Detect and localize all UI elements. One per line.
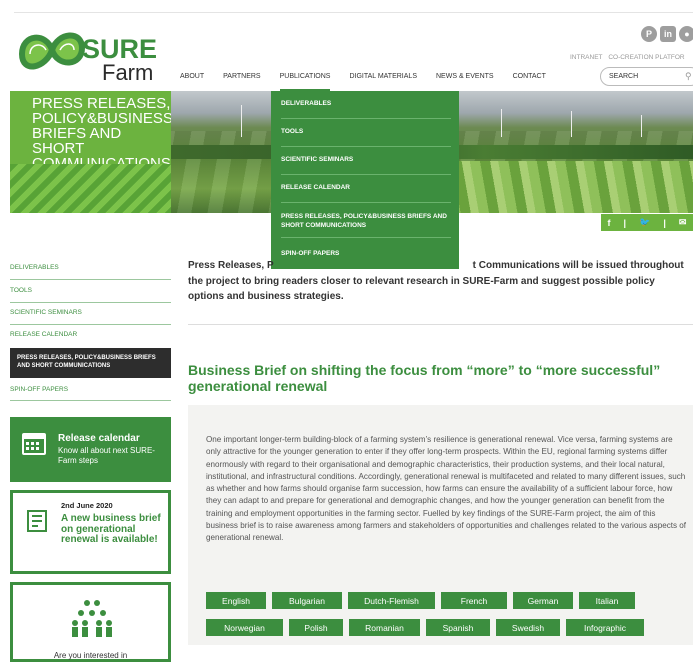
- other-social-icon[interactable]: ●: [679, 26, 693, 42]
- article-title[interactable]: Business Brief on shifting the focus fro…: [188, 362, 678, 394]
- search-input[interactable]: SEARCH ⚲: [600, 67, 693, 86]
- top-links: INTRANET CO-CREATION PLATFOR: [570, 54, 689, 61]
- nav-news-events[interactable]: NEWS & EVENTS: [436, 73, 494, 80]
- hero-title-panel: PRESS RELEASES, POLICY&BUSINESS BRIEFS A…: [10, 91, 171, 213]
- wind-turbine: [501, 109, 502, 137]
- search-placeholder: SEARCH: [609, 73, 639, 80]
- nav-partners[interactable]: PARTNERS: [223, 73, 260, 80]
- dropdown-item-press-releases[interactable]: PRESS RELEASES, POLICY&BUSINESS BRIEFS A…: [281, 212, 451, 230]
- site-logo[interactable]: SURE Farm: [16, 20, 158, 85]
- sidebar-item-press-releases[interactable]: PRESS RELEASES, POLICY&BUSINESS BRIEFS A…: [10, 348, 171, 378]
- dropdown-item-deliverables[interactable]: DELIVERABLES: [281, 100, 451, 107]
- page-title: PRESS RELEASES, POLICY&BUSINESS BRIEFS A…: [32, 95, 171, 171]
- lang-button-infographic[interactable]: Infographic: [566, 619, 644, 636]
- publications-dropdown: DELIVERABLES TOOLS SCIENTIFIC SEMINARS R…: [271, 91, 459, 269]
- search-icon[interactable]: ⚲: [685, 68, 692, 85]
- news-card[interactable]: 2nd June 2020 A new business brief on ge…: [10, 490, 171, 574]
- dropdown-item-tools[interactable]: TOOLS: [281, 128, 451, 135]
- section-divider: [188, 324, 693, 325]
- lang-button-german[interactable]: German: [513, 592, 573, 609]
- header-divider: [14, 12, 693, 13]
- people-group-icon: [72, 600, 112, 637]
- lang-button-bulgarian[interactable]: Bulgarian: [272, 592, 342, 609]
- lang-button-dutch-flemish[interactable]: Dutch-Flemish: [348, 592, 435, 609]
- nav-about[interactable]: ABOUT: [180, 73, 204, 80]
- lang-button-swedish[interactable]: Swedish: [496, 619, 560, 636]
- release-calendar-title: Release calendar: [58, 433, 140, 444]
- document-icon: [27, 510, 47, 532]
- logo-infinity-icon: [18, 32, 86, 70]
- lang-button-spanish[interactable]: Spanish: [426, 619, 490, 636]
- lang-button-italian[interactable]: Italian: [579, 592, 635, 609]
- sidebar-item-scientific-seminars[interactable]: SCIENTIFIC SEMINARS: [10, 309, 171, 316]
- dropdown-item-release-calendar[interactable]: RELEASE CALENDAR: [281, 184, 451, 191]
- intro-text: Press Releases, P t Communications will b…: [188, 258, 688, 305]
- sidebar-item-tools[interactable]: TOOLS: [10, 287, 171, 294]
- lang-button-polish[interactable]: Polish: [289, 619, 343, 636]
- news-date: 2nd June 2020: [61, 501, 113, 510]
- twitter-icon[interactable]: 🐦: [639, 217, 650, 228]
- intro-text-left: Press Releases, P: [188, 260, 274, 271]
- pinterest-icon[interactable]: P: [641, 26, 657, 42]
- interest-card[interactable]: Are you interested in: [10, 582, 171, 662]
- release-calendar-subtitle: Know all about next SURE-Farm steps: [58, 446, 155, 465]
- logo-farm-text: Farm: [102, 60, 154, 85]
- lang-button-english[interactable]: English: [206, 592, 266, 609]
- intro-text-rest: the project to bring readers closer to r…: [188, 275, 655, 303]
- dropdown-item-spin-off-papers[interactable]: SPIN-OFF PAPERS: [281, 250, 451, 257]
- share-bar: f | 🐦 | ✉: [601, 214, 693, 231]
- wind-turbine: [641, 115, 642, 137]
- calendar-icon: [22, 433, 46, 455]
- intranet-link[interactable]: INTRANET: [570, 54, 603, 61]
- interest-question: Are you interested in: [53, 651, 128, 660]
- email-icon[interactable]: ✉: [679, 217, 687, 228]
- wind-turbine: [571, 111, 572, 137]
- share-divider: |: [623, 217, 627, 228]
- lang-button-french[interactable]: French: [441, 592, 507, 609]
- article-body: One important longer-term building-block…: [206, 435, 687, 543]
- social-links: P in ●: [641, 26, 693, 42]
- sidebar-item-release-calendar[interactable]: RELEASE CALENDAR: [10, 331, 171, 338]
- facebook-icon[interactable]: f: [608, 218, 611, 228]
- co-creation-platform-link[interactable]: CO-CREATION PLATFOR: [608, 54, 684, 61]
- news-headline: A new business brief on generational ren…: [61, 513, 161, 545]
- sidebar-item-label: PRESS RELEASES, POLICY&BUSINESS BRIEFS A…: [17, 355, 156, 369]
- share-divider: |: [663, 217, 666, 228]
- lang-button-romanian[interactable]: Romanian: [349, 619, 420, 636]
- linkedin-icon[interactable]: in: [660, 26, 676, 42]
- sidebar-item-deliverables[interactable]: DELIVERABLES: [10, 264, 171, 271]
- main-nav: ABOUT PARTNERS PUBLICATIONS DIGITAL MATE…: [180, 73, 565, 91]
- release-calendar-card[interactable]: Release calendar Know all about next SUR…: [10, 417, 171, 482]
- decorative-stripes: [10, 164, 171, 213]
- sidebar-item-spin-off-papers[interactable]: SPIN-OFF PAPERS: [10, 386, 171, 393]
- nav-digital-materials[interactable]: DIGITAL MATERIALS: [349, 73, 417, 80]
- intro-text-right: t Communications will be issued througho…: [472, 260, 684, 271]
- nav-contact[interactable]: CONTACT: [513, 73, 546, 80]
- nav-publications[interactable]: PUBLICATIONS: [279, 73, 331, 91]
- dropdown-item-scientific-seminars[interactable]: SCIENTIFIC SEMINARS: [281, 156, 451, 163]
- lang-button-norwegian[interactable]: Norwegian: [206, 619, 283, 636]
- wind-turbine: [241, 105, 242, 137]
